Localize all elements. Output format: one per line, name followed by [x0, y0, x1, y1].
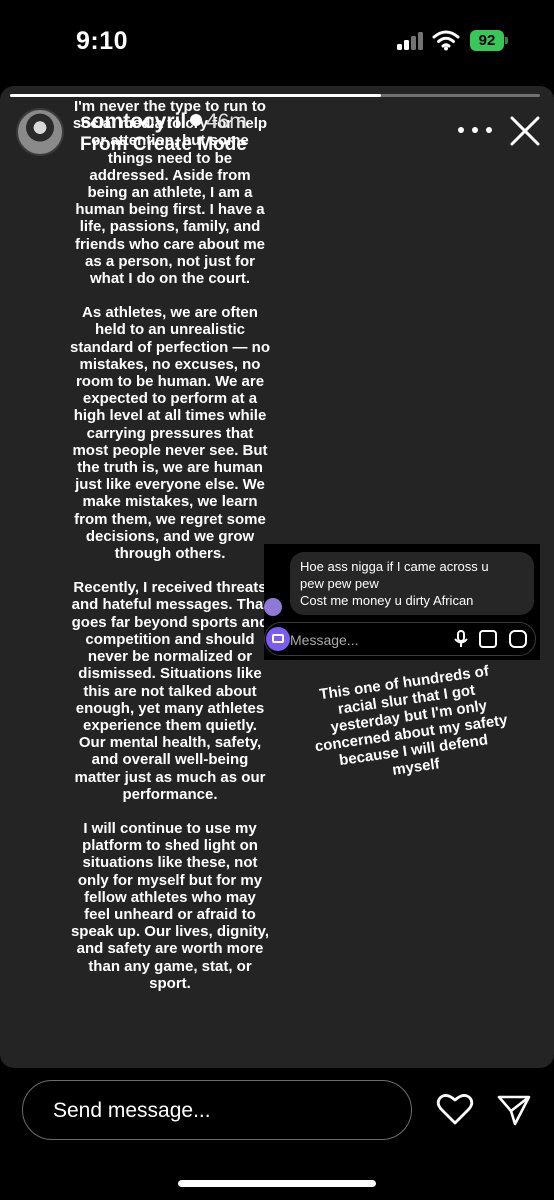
- story-progress-fill: [10, 94, 381, 97]
- send-icon[interactable]: [496, 1092, 532, 1128]
- dm-message-line: Cost me money u dirty African: [300, 593, 474, 608]
- more-icon[interactable]: [455, 124, 495, 138]
- story-statement-text: I'm never the type to run to social medi…: [70, 98, 270, 1009]
- story-header-user[interactable]: somtocyril: [80, 110, 203, 134]
- dm-screenshot: Hoe ass nigga if I came across u pew pew …: [264, 544, 540, 660]
- story-timestamp: 46m: [206, 110, 247, 133]
- gallery-icon: [479, 630, 497, 648]
- dm-message-line: Hoe ass nigga if I came across u: [300, 559, 489, 574]
- battery-indicator: 92: [470, 30, 504, 51]
- sticker-icon: [509, 630, 527, 648]
- statement-paragraph: As athletes, we are often held to an unr…: [70, 304, 271, 563]
- story-card[interactable]: I'm never the type to run to social medi…: [0, 86, 554, 1068]
- dm-message-bubble: Hoe ass nigga if I came across u pew pew …: [290, 552, 534, 615]
- avatar[interactable]: [16, 108, 64, 156]
- wifi-icon: [432, 30, 460, 51]
- camera-icon: [266, 627, 290, 651]
- close-icon[interactable]: [508, 114, 542, 148]
- battery-cap: [505, 37, 508, 44]
- heart-icon[interactable]: [436, 1092, 474, 1126]
- mic-icon: [454, 630, 468, 647]
- username[interactable]: somtocyril: [80, 110, 186, 133]
- dm-input-placeholder: Message...: [290, 632, 359, 648]
- story-caption: This one of hundreds of racial slur that…: [313, 662, 509, 779]
- status-time: 9:10: [76, 27, 129, 55]
- statement-paragraph: Recently, I received threats and hateful…: [71, 579, 269, 803]
- home-indicator: [178, 1180, 376, 1187]
- verified-icon: [190, 114, 203, 126]
- dm-message-line: pew pew pew: [300, 576, 379, 591]
- status-bar: 9:10 92: [0, 0, 554, 84]
- story-subtitle: From Create Mode: [80, 134, 247, 155]
- send-message-placeholder: Send message...: [53, 1099, 211, 1122]
- signal-icon: [397, 32, 425, 50]
- dm-sender-avatar: [264, 598, 282, 616]
- statement-paragraph: I will continue to use my platform to sh…: [70, 819, 270, 992]
- send-message-input[interactable]: Send message...: [22, 1080, 412, 1140]
- story-progress-bar: [10, 94, 540, 97]
